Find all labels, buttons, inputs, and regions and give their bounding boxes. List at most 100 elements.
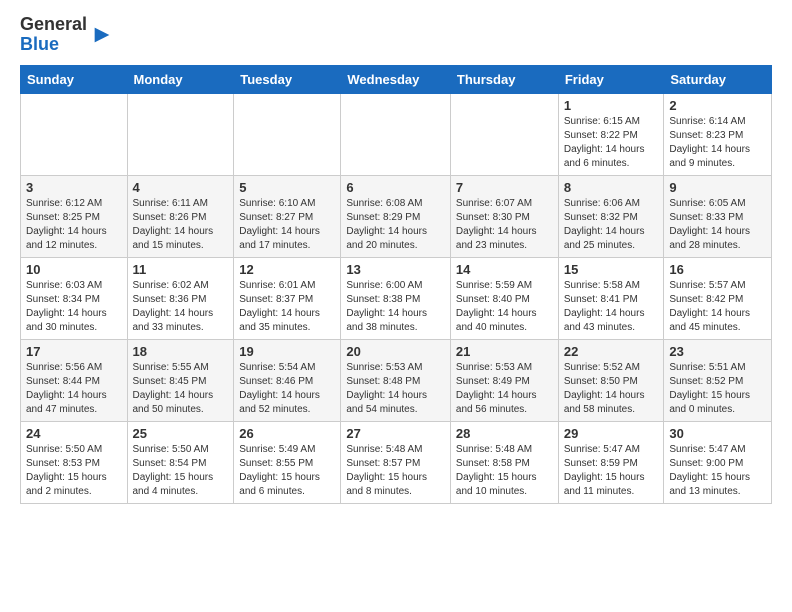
day-number: 26 <box>239 426 335 441</box>
day-info: Sunrise: 5:50 AM Sunset: 8:54 PM Dayligh… <box>133 443 229 499</box>
day-info: Sunrise: 5:51 AM Sunset: 8:52 PM Dayligh… <box>669 361 766 417</box>
day-cell: 29 Sunrise: 5:47 AM Sunset: 8:59 PM Dayli… <box>558 421 664 503</box>
day-number: 7 <box>456 180 553 195</box>
day-info: Sunrise: 6:08 AM Sunset: 8:29 PM Dayligh… <box>346 197 445 253</box>
day-number: 20 <box>346 344 445 359</box>
day-number: 24 <box>26 426 122 441</box>
week-row-2: 3Sunrise: 6:12 AM Sunset: 8:25 PM Daylig… <box>21 175 772 257</box>
day-cell: 10Sunrise: 6:03 AM Sunset: 8:34 PM Dayli… <box>21 257 128 339</box>
day-info: Sunrise: 5:56 AM Sunset: 8:44 PM Dayligh… <box>26 361 122 417</box>
day-info: Sunrise: 6:15 AM Sunset: 8:22 PM Dayligh… <box>564 115 659 171</box>
day-number: 21 <box>456 344 553 359</box>
day-info: Sunrise: 5:48 AM Sunset: 8:58 PM Dayligh… <box>456 443 553 499</box>
header-thursday: Thursday <box>450 65 558 93</box>
day-number: 28 <box>456 426 553 441</box>
day-info: Sunrise: 6:01 AM Sunset: 8:37 PM Dayligh… <box>239 279 335 335</box>
header-sunday: Sunday <box>21 65 128 93</box>
day-info: Sunrise: 5:49 AM Sunset: 8:55 PM Dayligh… <box>239 443 335 499</box>
day-info: Sunrise: 6:11 AM Sunset: 8:26 PM Dayligh… <box>133 197 229 253</box>
day-cell: 17 Sunrise: 5:56 AM Sunset: 8:44 PM Dayli… <box>21 339 128 421</box>
day-cell: 9 Sunrise: 6:05 AM Sunset: 8:33 PM Daylig… <box>664 175 772 257</box>
day-cell: 5 Sunrise: 6:10 AM Sunset: 8:27 PM Daylig… <box>234 175 341 257</box>
day-cell: 20 Sunrise: 5:53 AM Sunset: 8:48 PM Dayli… <box>341 339 451 421</box>
day-info: Sunrise: 6:02 AM Sunset: 8:36 PM Dayligh… <box>133 279 229 335</box>
day-info: Sunrise: 5:48 AM Sunset: 8:57 PM Dayligh… <box>346 443 445 499</box>
page-header: General Blue <box>20 15 772 55</box>
day-cell: 21 Sunrise: 5:53 AM Sunset: 8:49 PM Dayli… <box>450 339 558 421</box>
day-number: 13 <box>346 262 445 277</box>
day-cell: 7 Sunrise: 6:07 AM Sunset: 8:30 PM Daylig… <box>450 175 558 257</box>
calendar-header: SundayMondayTuesdayWednesdayThursdayFrid… <box>21 65 772 93</box>
day-number: 27 <box>346 426 445 441</box>
day-number: 17 <box>26 344 122 359</box>
day-number: 11 <box>133 262 229 277</box>
day-cell: 27 Sunrise: 5:48 AM Sunset: 8:57 PM Dayli… <box>341 421 451 503</box>
day-number: 1 <box>564 98 659 113</box>
day-info: Sunrise: 5:57 AM Sunset: 8:42 PM Dayligh… <box>669 279 766 335</box>
day-cell: 1 Sunrise: 6:15 AM Sunset: 8:22 PM Daylig… <box>558 93 664 175</box>
week-row-5: 24 Sunrise: 5:50 AM Sunset: 8:53 PM Dayli… <box>21 421 772 503</box>
day-number: 10 <box>26 262 122 277</box>
day-number: 14 <box>456 262 553 277</box>
week-row-1: 1 Sunrise: 6:15 AM Sunset: 8:22 PM Daylig… <box>21 93 772 175</box>
day-number: 8 <box>564 180 659 195</box>
day-cell <box>127 93 234 175</box>
day-number: 22 <box>564 344 659 359</box>
day-info: Sunrise: 5:58 AM Sunset: 8:41 PM Dayligh… <box>564 279 659 335</box>
day-cell: 23Sunrise: 5:51 AM Sunset: 8:52 PM Dayli… <box>664 339 772 421</box>
page-container: General Blue SundayMondayTuesdayWednesda… <box>0 0 792 519</box>
day-cell: 15 Sunrise: 5:58 AM Sunset: 8:41 PM Dayli… <box>558 257 664 339</box>
header-row: SundayMondayTuesdayWednesdayThursdayFrid… <box>21 65 772 93</box>
day-info: Sunrise: 6:06 AM Sunset: 8:32 PM Dayligh… <box>564 197 659 253</box>
day-info: Sunrise: 6:05 AM Sunset: 8:33 PM Dayligh… <box>669 197 766 253</box>
day-cell: 12 Sunrise: 6:01 AM Sunset: 8:37 PM Dayli… <box>234 257 341 339</box>
header-wednesday: Wednesday <box>341 65 451 93</box>
day-cell: 18Sunrise: 5:55 AM Sunset: 8:45 PM Dayli… <box>127 339 234 421</box>
day-cell <box>21 93 128 175</box>
day-number: 5 <box>239 180 335 195</box>
day-cell: 24 Sunrise: 5:50 AM Sunset: 8:53 PM Dayli… <box>21 421 128 503</box>
day-cell: 2 Sunrise: 6:14 AM Sunset: 8:23 PM Daylig… <box>664 93 772 175</box>
header-monday: Monday <box>127 65 234 93</box>
week-row-3: 10Sunrise: 6:03 AM Sunset: 8:34 PM Dayli… <box>21 257 772 339</box>
day-number: 9 <box>669 180 766 195</box>
day-number: 15 <box>564 262 659 277</box>
day-number: 4 <box>133 180 229 195</box>
day-info: Sunrise: 6:00 AM Sunset: 8:38 PM Dayligh… <box>346 279 445 335</box>
day-info: Sunrise: 5:47 AM Sunset: 9:00 PM Dayligh… <box>669 443 766 499</box>
logo-general: General <box>20 14 87 34</box>
logo-blue: Blue <box>20 34 59 54</box>
day-number: 12 <box>239 262 335 277</box>
day-info: Sunrise: 5:50 AM Sunset: 8:53 PM Dayligh… <box>26 443 122 499</box>
day-info: Sunrise: 6:07 AM Sunset: 8:30 PM Dayligh… <box>456 197 553 253</box>
day-info: Sunrise: 5:47 AM Sunset: 8:59 PM Dayligh… <box>564 443 659 499</box>
day-info: Sunrise: 5:53 AM Sunset: 8:49 PM Dayligh… <box>456 361 553 417</box>
header-friday: Friday <box>558 65 664 93</box>
day-cell <box>450 93 558 175</box>
day-number: 6 <box>346 180 445 195</box>
day-info: Sunrise: 6:10 AM Sunset: 8:27 PM Dayligh… <box>239 197 335 253</box>
logo-icon <box>91 24 113 46</box>
day-cell: 16Sunrise: 5:57 AM Sunset: 8:42 PM Dayli… <box>664 257 772 339</box>
day-info: Sunrise: 6:12 AM Sunset: 8:25 PM Dayligh… <box>26 197 122 253</box>
day-cell: 13 Sunrise: 6:00 AM Sunset: 8:38 PM Dayli… <box>341 257 451 339</box>
day-number: 29 <box>564 426 659 441</box>
day-cell: 4 Sunrise: 6:11 AM Sunset: 8:26 PM Daylig… <box>127 175 234 257</box>
day-cell: 22 Sunrise: 5:52 AM Sunset: 8:50 PM Dayli… <box>558 339 664 421</box>
day-info: Sunrise: 6:14 AM Sunset: 8:23 PM Dayligh… <box>669 115 766 171</box>
day-number: 25 <box>133 426 229 441</box>
day-cell: 8 Sunrise: 6:06 AM Sunset: 8:32 PM Daylig… <box>558 175 664 257</box>
day-cell <box>341 93 451 175</box>
day-number: 2 <box>669 98 766 113</box>
day-info: Sunrise: 5:53 AM Sunset: 8:48 PM Dayligh… <box>346 361 445 417</box>
day-info: Sunrise: 5:52 AM Sunset: 8:50 PM Dayligh… <box>564 361 659 417</box>
day-cell: 6 Sunrise: 6:08 AM Sunset: 8:29 PM Daylig… <box>341 175 451 257</box>
header-saturday: Saturday <box>664 65 772 93</box>
day-cell: 26 Sunrise: 5:49 AM Sunset: 8:55 PM Dayli… <box>234 421 341 503</box>
day-number: 18 <box>133 344 229 359</box>
day-number: 19 <box>239 344 335 359</box>
day-cell: 25 Sunrise: 5:50 AM Sunset: 8:54 PM Dayli… <box>127 421 234 503</box>
week-row-4: 17 Sunrise: 5:56 AM Sunset: 8:44 PM Dayli… <box>21 339 772 421</box>
day-number: 30 <box>669 426 766 441</box>
logo: General Blue <box>20 15 113 55</box>
